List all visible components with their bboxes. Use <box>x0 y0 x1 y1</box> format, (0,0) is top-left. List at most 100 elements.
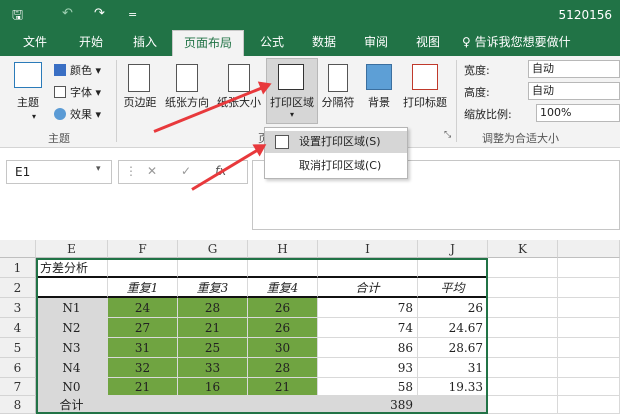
table-cell[interactable] <box>108 258 178 278</box>
table-cell[interactable]: 74 <box>318 318 418 338</box>
print-area-dropdown-icon[interactable]: ▾ <box>288 110 296 119</box>
table-cell[interactable] <box>488 318 558 338</box>
table-cell[interactable]: 26 <box>248 298 318 318</box>
tab-insert[interactable]: 插入 <box>124 30 166 56</box>
table-cell[interactable]: N2 <box>36 318 108 338</box>
row-header[interactable]: 1 <box>0 258 36 278</box>
table-cell[interactable]: 31 <box>418 358 488 378</box>
page-setup-launcher-icon[interactable]: ⤡ <box>444 130 451 140</box>
table-cell[interactable] <box>558 298 620 318</box>
customize-quick-access-icon[interactable]: = <box>128 8 137 21</box>
table-cell[interactable]: 24.67 <box>418 318 488 338</box>
table-cell[interactable]: 58 <box>318 378 418 396</box>
table-cell[interactable]: 32 <box>108 358 178 378</box>
table-cell[interactable] <box>318 258 418 278</box>
header-cell[interactable]: 合计 <box>318 278 418 298</box>
table-cell[interactable] <box>488 358 558 378</box>
tell-me-search[interactable]: ♀ 告诉我您想要做什 <box>462 30 620 56</box>
table-cell[interactable]: N0 <box>36 378 108 396</box>
print-titles-button[interactable]: 打印标题 <box>398 94 452 110</box>
row-header[interactable]: 3 <box>0 298 36 318</box>
width-select[interactable]: 自动 <box>528 60 620 78</box>
row-header[interactable]: 7 <box>0 378 36 396</box>
table-cell[interactable] <box>488 298 558 318</box>
undo-icon[interactable]: ↶ <box>62 6 73 21</box>
breaks-button[interactable]: 分隔符 <box>318 94 358 110</box>
themes-dropdown-icon[interactable]: ▾ <box>30 112 38 121</box>
table-cell[interactable] <box>558 396 620 414</box>
menu-item-clear-print-area[interactable]: 取消打印区域(C) <box>265 155 407 177</box>
header-cell[interactable]: 平均 <box>418 278 488 298</box>
table-cell[interactable]: 33 <box>178 358 248 378</box>
row-header[interactable]: 2 <box>0 278 36 298</box>
column-header-i[interactable]: I <box>318 240 418 258</box>
height-select[interactable]: 自动 <box>528 82 620 100</box>
table-cell[interactable]: N4 <box>36 358 108 378</box>
table-cell[interactable] <box>178 396 248 414</box>
table-cell[interactable]: 86 <box>318 338 418 358</box>
table-cell[interactable]: 16 <box>178 378 248 396</box>
background-button[interactable]: 背景 <box>362 94 396 110</box>
table-cell[interactable] <box>248 396 318 414</box>
table-cell[interactable] <box>248 258 318 278</box>
table-cell[interactable] <box>558 278 620 298</box>
margins-button[interactable]: 页边距 <box>120 94 160 110</box>
table-cell[interactable]: N3 <box>36 338 108 358</box>
table-cell[interactable]: 78 <box>318 298 418 318</box>
table-cell[interactable] <box>488 278 558 298</box>
header-cell[interactable] <box>36 278 108 298</box>
tab-home[interactable]: 开始 <box>70 30 112 56</box>
header-cell[interactable]: 重复3 <box>178 278 248 298</box>
name-box-dropdown-icon[interactable]: ▾ <box>96 164 101 174</box>
table-cell[interactable] <box>178 258 248 278</box>
header-cell[interactable]: 重复1 <box>108 278 178 298</box>
row-header[interactable]: 5 <box>0 338 36 358</box>
table-cell[interactable]: 21 <box>108 378 178 396</box>
table-cell[interactable]: 26 <box>418 298 488 318</box>
table-cell[interactable]: 27 <box>108 318 178 338</box>
tab-view[interactable]: 视图 <box>408 30 448 56</box>
table-cell[interactable]: 24 <box>108 298 178 318</box>
row-header[interactable]: 4 <box>0 318 36 338</box>
redo-icon[interactable]: ↷ <box>94 6 105 21</box>
enter-icon[interactable]: ✓ <box>181 164 191 178</box>
tab-data[interactable]: 数据 <box>304 30 344 56</box>
printer-icon[interactable] <box>278 64 304 90</box>
column-header-e[interactable]: E <box>36 240 108 258</box>
fonts-button[interactable]: 字体 ▾ <box>70 84 101 100</box>
table-cell[interactable] <box>558 258 620 278</box>
print-area-button[interactable]: 打印区域 <box>266 94 318 110</box>
table-cell[interactable] <box>108 396 178 414</box>
save-icon[interactable]: 🖫 <box>12 6 23 28</box>
table-cell[interactable]: 28 <box>248 358 318 378</box>
table-cell[interactable]: 93 <box>318 358 418 378</box>
table-cell[interactable]: 28.67 <box>418 338 488 358</box>
table-cell[interactable]: 21 <box>178 318 248 338</box>
table-cell[interactable]: 28 <box>178 298 248 318</box>
tab-review[interactable]: 审阅 <box>356 30 396 56</box>
table-cell[interactable]: 19.33 <box>418 378 488 396</box>
select-all-corner[interactable] <box>0 240 36 258</box>
table-cell[interactable]: 21 <box>248 378 318 396</box>
table-cell[interactable]: 26 <box>248 318 318 338</box>
effects-button[interactable]: 效果 ▾ <box>70 106 101 122</box>
cancel-icon[interactable]: ✕ <box>147 164 157 178</box>
table-cell[interactable] <box>488 396 558 414</box>
table-cell[interactable] <box>488 258 558 278</box>
total-label-cell[interactable]: 合计 <box>36 396 108 414</box>
table-cell[interactable] <box>558 358 620 378</box>
themes-icon[interactable] <box>14 62 42 88</box>
sheet-title-cell[interactable]: 方差分析 <box>36 258 108 278</box>
table-cell[interactable] <box>418 258 488 278</box>
row-header[interactable]: 6 <box>0 358 36 378</box>
tab-formulas[interactable]: 公式 <box>252 30 292 56</box>
column-header-h[interactable]: H <box>248 240 318 258</box>
tab-page-layout[interactable]: 页面布局 <box>172 30 244 56</box>
table-cell[interactable] <box>488 338 558 358</box>
total-value-cell[interactable]: 389 <box>318 396 418 414</box>
scale-input[interactable]: 100% <box>536 104 620 122</box>
column-header-f[interactable]: F <box>108 240 178 258</box>
column-header-g[interactable]: G <box>178 240 248 258</box>
row-header[interactable]: 8 <box>0 396 36 414</box>
header-cell[interactable]: 重复4 <box>248 278 318 298</box>
